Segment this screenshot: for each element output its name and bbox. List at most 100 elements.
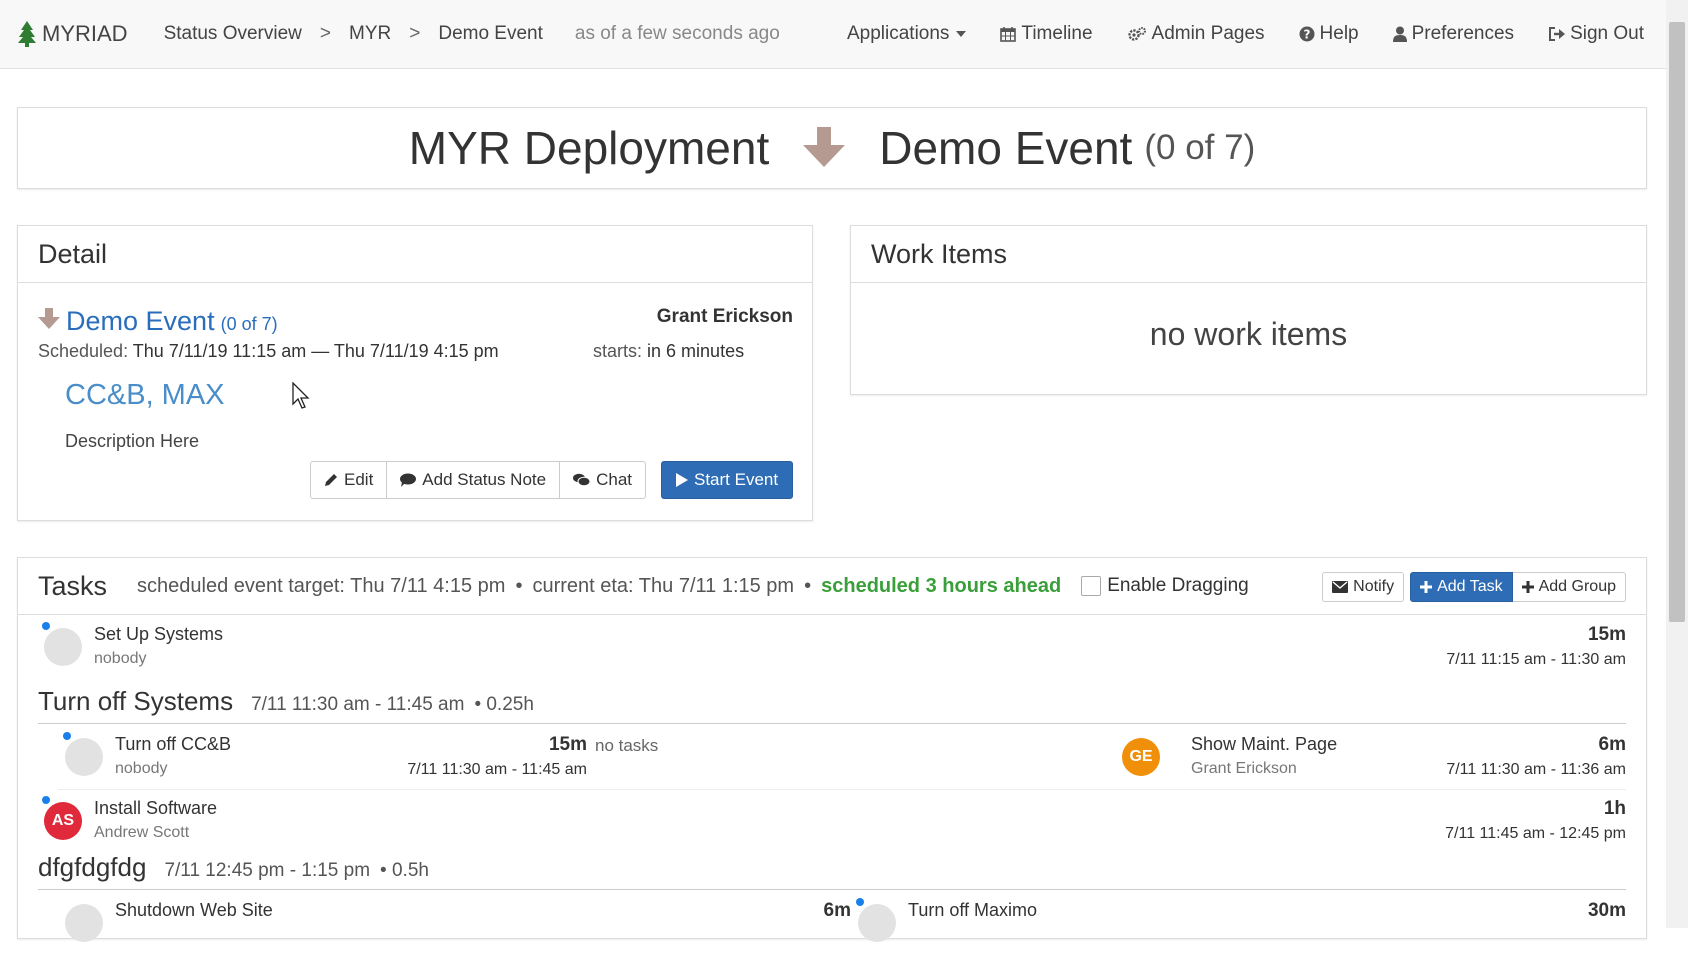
task-owner: Andrew Scott xyxy=(94,824,190,841)
task-row-install-software[interactable]: AS Install Software Andrew Scott 1h 7/11… xyxy=(18,790,1646,850)
task-row-shutdown-web-site[interactable]: Shutdown Web Site 6m xyxy=(18,894,851,954)
sign-out-label: Sign Out xyxy=(1570,23,1644,44)
task-name: Turn off Maximo xyxy=(908,900,1038,920)
add-status-note-label: Add Status Note xyxy=(422,470,547,489)
preferences-link[interactable]: Preferences xyxy=(1392,23,1515,45)
brand[interactable]: MYRIAD xyxy=(18,21,128,47)
add-group-button[interactable]: Add Group xyxy=(1512,572,1626,602)
task-row-turn-off-ccb[interactable]: Turn off CC&B nobody 15m 7/11 11:30 am -… xyxy=(18,728,587,788)
preferences-label: Preferences xyxy=(1411,23,1515,44)
top-navbar: MYRIAD Status Overview > MYR > Demo Even… xyxy=(0,0,1666,69)
task-row-set-up-systems[interactable]: Set Up Systems nobody 15m 7/11 11:15 am … xyxy=(18,616,1646,676)
event-title: Demo Event xyxy=(879,122,1133,174)
avatar xyxy=(858,904,896,942)
tasks-header: Tasks scheduled event target: Thu 7/11 4… xyxy=(18,558,1646,615)
status-dot xyxy=(42,796,50,804)
task-owner: nobody xyxy=(115,760,168,777)
page-scrollbar[interactable] xyxy=(1666,0,1688,928)
work-items-panel: Work Items no work items xyxy=(850,225,1647,395)
user-icon xyxy=(1392,26,1407,42)
no-tasks-text: no tasks xyxy=(595,736,659,755)
timeline-link[interactable]: Timeline xyxy=(1000,23,1093,45)
add-status-note-button[interactable]: Add Status Note xyxy=(387,461,561,499)
question-circle-icon: ? xyxy=(1299,26,1315,42)
task-name: Install Software xyxy=(94,798,218,818)
task-row-show-maint-page[interactable]: GE Show Maint. Page Grant Erickson 6m 7/… xyxy=(1118,728,1646,788)
enable-dragging-toggle[interactable]: Enable Dragging xyxy=(1081,575,1249,597)
starts-label: starts: xyxy=(593,341,643,361)
gears-icon xyxy=(1127,27,1146,41)
task-name: Turn off CC&B xyxy=(115,734,232,754)
task-duration: 6m xyxy=(1598,734,1626,755)
add-task-button[interactable]: Add Task xyxy=(1410,572,1513,602)
avatar: GE xyxy=(1122,738,1160,776)
comments-icon xyxy=(573,473,591,487)
no-work-items-text: no work items xyxy=(1149,316,1348,352)
detail-event-line: Demo Event (0 of 7) xyxy=(38,306,278,337)
sign-out-link[interactable]: Sign Out xyxy=(1548,23,1644,45)
breadcrumb-myr[interactable]: MYR xyxy=(349,23,391,45)
scheduled-range: Scheduled: Thu 7/11/19 11:15 am — Thu 7/… xyxy=(38,341,499,362)
task-time-range: 7/11 11:15 am - 11:30 am xyxy=(1446,651,1626,668)
admin-pages-link[interactable]: Admin Pages xyxy=(1127,23,1265,45)
play-icon xyxy=(676,473,688,487)
task-owner: nobody xyxy=(94,650,147,667)
breadcrumb: Status Overview > MYR > Demo Event as of… xyxy=(164,23,780,45)
enable-dragging-checkbox[interactable] xyxy=(1081,576,1102,596)
add-task-label: Add Task xyxy=(1437,578,1503,595)
edit-label: Edit xyxy=(344,470,374,489)
systems-list[interactable]: CC&B, MAX xyxy=(65,379,225,412)
event-name-link[interactable]: Demo Event xyxy=(66,306,215,337)
notify-button[interactable]: Notify xyxy=(1322,572,1405,602)
help-link[interactable]: ? Help xyxy=(1299,23,1359,45)
breadcrumb-status-overview[interactable]: Status Overview xyxy=(164,23,302,45)
work-items-title: Work Items xyxy=(851,226,1646,283)
pencil-icon xyxy=(325,474,337,486)
event-description: Description Here xyxy=(65,431,200,451)
schedule-ahead-status: scheduled 3 hours ahead xyxy=(821,574,1062,597)
group-hours: • 0.5h xyxy=(380,860,429,881)
detail-actions: Edit Add Status Note Chat xyxy=(310,461,647,499)
start-event-button[interactable]: Start Event xyxy=(661,461,794,499)
task-duration: 30m xyxy=(1587,900,1626,921)
group-divider xyxy=(38,723,1626,724)
plus-icon xyxy=(1420,581,1433,593)
starts-in: starts: in 6 minutes xyxy=(593,341,744,362)
task-row-turn-off-maximo[interactable]: Turn off Maximo 30m xyxy=(848,894,1646,954)
notify-label: Notify xyxy=(1353,578,1395,595)
event-header: MYR Deployment Demo Event (0 of 7) xyxy=(17,107,1647,189)
task-name: Show Maint. Page xyxy=(1191,734,1338,754)
breadcrumb-separator: > xyxy=(319,23,331,44)
event-target: scheduled event target: Thu 7/11 4:15 pm xyxy=(137,574,506,597)
task-time-range: 7/11 11:45 am - 12:45 pm xyxy=(1445,825,1626,842)
status-dot xyxy=(856,898,864,906)
as-of-timestamp: as of a few seconds ago xyxy=(574,23,780,44)
group-time-range: 7/11 11:30 am - 11:45 am xyxy=(251,694,465,715)
group-divider xyxy=(38,889,1626,890)
envelope-icon xyxy=(1332,581,1349,593)
avatar xyxy=(44,628,82,666)
bullet-separator: • xyxy=(515,574,523,597)
status-dot xyxy=(63,732,71,740)
current-eta: current eta: Thu 7/11 1:15 pm xyxy=(532,574,795,597)
applications-menu[interactable]: Applications xyxy=(847,23,967,45)
chat-button[interactable]: Chat xyxy=(560,461,647,499)
scrollbar-thumb[interactable] xyxy=(1669,22,1685,622)
task-actions: Notify Add Task Add Group xyxy=(1322,572,1626,602)
task-time-range: 7/11 11:30 am - 11:45 am xyxy=(407,761,587,778)
brand-name: MYRIAD xyxy=(42,21,128,46)
task-group-header[interactable]: Turn off Systems 7/11 11:30 am - 11:45 a… xyxy=(38,686,534,717)
detail-title: Detail xyxy=(18,226,812,283)
task-duration: 6m xyxy=(823,900,851,921)
task-group-header[interactable]: dfgfdgfdg 7/11 12:45 pm - 1:15 pm • 0.5h xyxy=(38,852,429,883)
task-duration: 15m xyxy=(1587,624,1626,645)
task-name: Set Up Systems xyxy=(94,624,224,644)
breadcrumb-demo-event[interactable]: Demo Event xyxy=(438,23,543,45)
event-owner: Grant Erickson xyxy=(656,306,793,327)
event-count: (0 of 7) xyxy=(220,314,278,334)
task-name: Shutdown Web Site xyxy=(115,900,273,920)
status-dot xyxy=(42,622,50,630)
task-duration: 1h xyxy=(1603,798,1626,819)
edit-button[interactable]: Edit xyxy=(310,461,388,499)
caret-down-icon xyxy=(956,31,967,37)
